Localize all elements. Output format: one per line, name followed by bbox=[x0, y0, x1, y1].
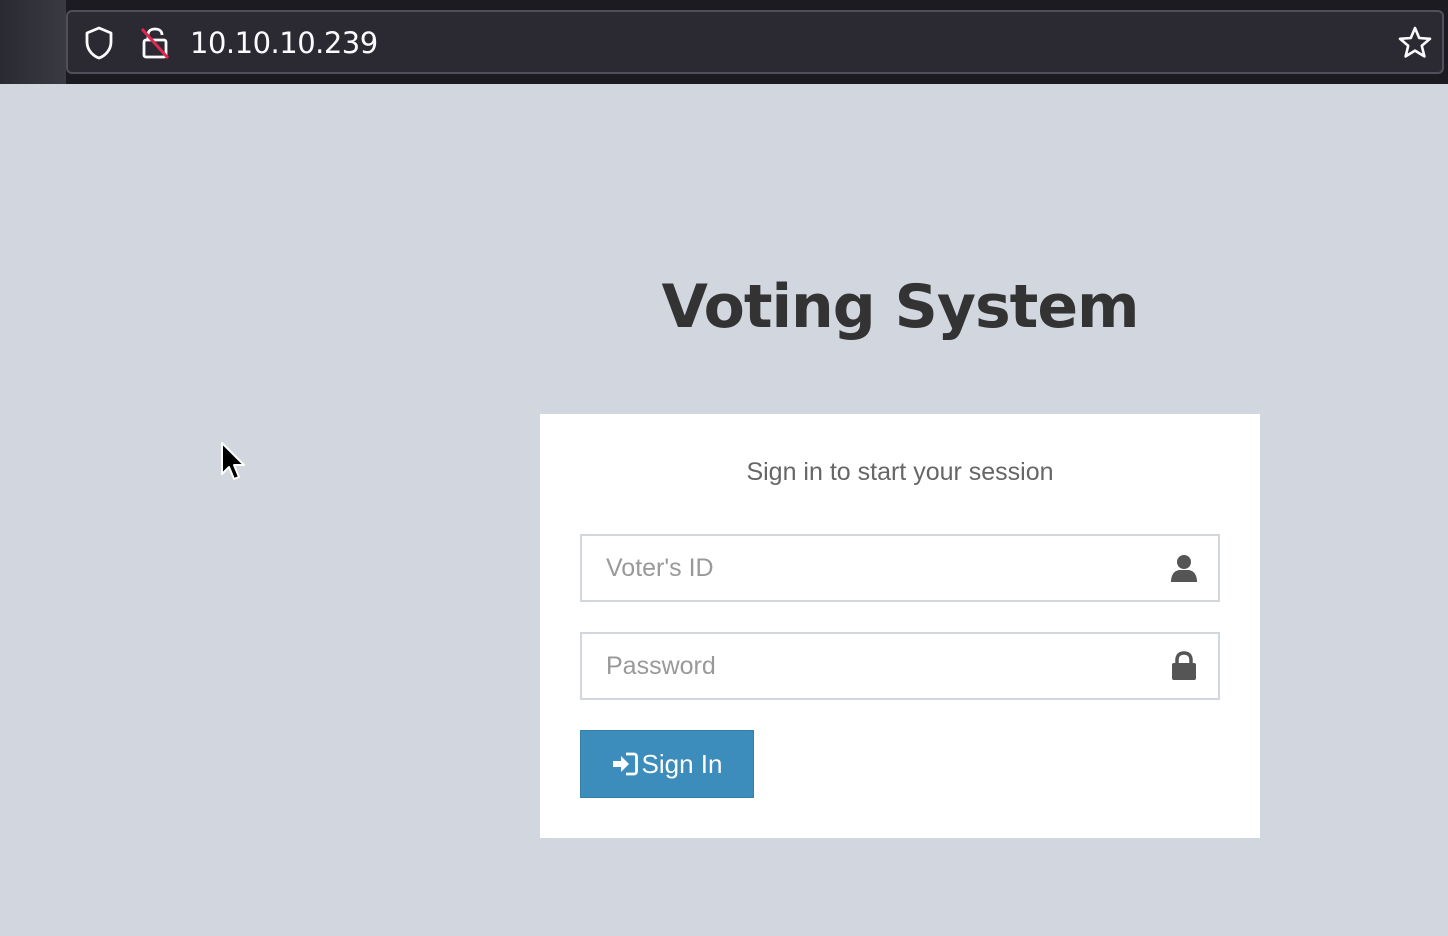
sign-in-label: Sign In bbox=[641, 748, 723, 779]
login-message: Sign in to start your session bbox=[746, 458, 1054, 486]
lock-broken-icon[interactable] bbox=[138, 25, 172, 61]
user-icon bbox=[1171, 555, 1197, 582]
password-field[interactable] bbox=[580, 632, 1220, 700]
url-bar[interactable]: 10.10.10.239 bbox=[66, 10, 1444, 74]
url-text[interactable]: 10.10.10.239 bbox=[190, 26, 378, 60]
voter-id-input[interactable] bbox=[582, 536, 1142, 600]
voter-id-field[interactable] bbox=[580, 534, 1220, 602]
mouse-cursor-icon bbox=[221, 442, 245, 480]
password-input[interactable] bbox=[582, 634, 1142, 698]
browser-toolbar: 10.10.10.239 bbox=[0, 0, 1448, 84]
sign-in-icon bbox=[612, 752, 638, 776]
shield-icon[interactable] bbox=[82, 25, 116, 61]
sign-in-button[interactable]: Sign In bbox=[580, 730, 754, 798]
toolbar-left-strip bbox=[0, 0, 66, 84]
page-title: Voting System bbox=[661, 272, 1139, 342]
lock-icon bbox=[1172, 651, 1196, 680]
login-box: Sign in to start your session Sign In bbox=[540, 414, 1260, 838]
star-icon[interactable] bbox=[1396, 24, 1434, 62]
